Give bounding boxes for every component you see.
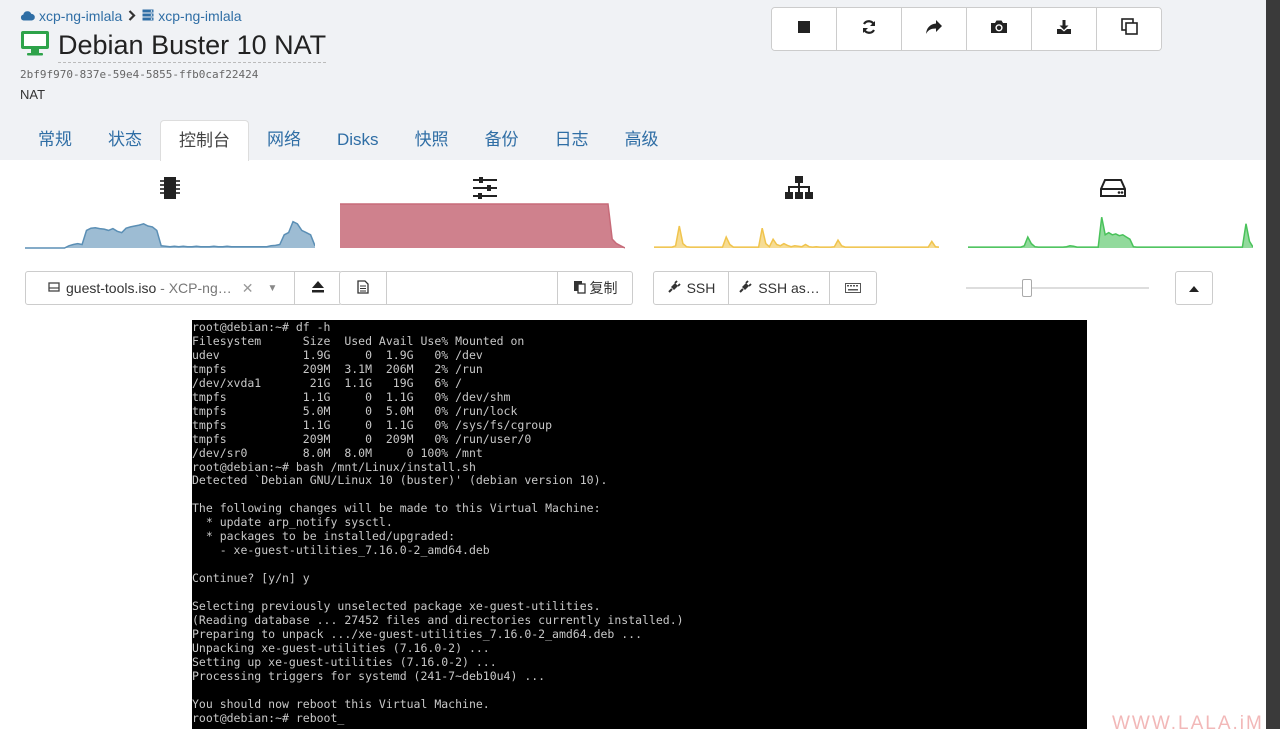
clipboard-toggle-button[interactable] [339,271,387,305]
console-output: root@debian:~# df -h Filesystem Size Use… [192,320,684,725]
chevron-right-icon [128,8,136,24]
plug-icon [738,279,752,297]
share-icon [925,19,943,40]
reboot-button[interactable] [837,8,902,50]
cloud-icon [20,8,35,24]
memory-sparkline [340,203,625,249]
vm-console[interactable]: root@debian:~# df -h Filesystem Size Use… [192,320,1087,729]
refresh-icon [861,19,877,40]
stop-icon [797,20,811,39]
vm-action-toolbar [771,7,1162,51]
keyboard-button[interactable] [830,271,877,305]
console-scale-slider[interactable] [966,287,1149,289]
tab-backup[interactable]: 备份 [467,120,537,160]
sitemap-icon [785,174,813,202]
download-icon [1056,19,1072,40]
breadcrumb: xcp-ng-imlala xcp-ng-imlala [20,8,242,24]
caret-up-icon [1189,279,1199,297]
disk-stats [968,170,1258,255]
iso-sr-name: - XCP-ng… [156,280,232,296]
hdd-icon [1099,174,1127,202]
plug-icon [667,279,681,297]
vm-uuid: 2bf9f970-837e-59e4-5855-ffb0caf22424 [20,68,259,81]
network-sparkline-line [654,225,939,248]
eject-icon [311,280,325,296]
copy-vm-button[interactable] [1097,8,1161,50]
file-text-icon [357,279,369,297]
disk-sparkline-area [968,217,1253,248]
memory-sparkline-area [340,204,625,248]
camera-icon [990,19,1008,39]
ssh-control-group: SSH SSH as… [653,271,877,305]
copy-label: 复制 [589,280,618,296]
breadcrumb-host-link[interactable]: xcp-ng-imlala [158,8,241,24]
paste-icon [573,280,586,297]
eject-button[interactable] [295,271,342,305]
cpu-stats [25,170,315,255]
copy-button[interactable]: 复制 [558,271,633,305]
memory-stats [340,170,630,255]
stop-button[interactable] [772,8,837,50]
console-scale-slider-thumb[interactable] [1022,279,1033,297]
clipboard-control-group: 复制 [339,271,633,305]
cpu-sparkline-line [25,220,315,249]
tab-stats[interactable]: 状态 [90,120,160,160]
iso-control-group: guest-tools.iso - XCP-ng… ✕ ▼ [25,271,342,305]
clipboard-input[interactable] [387,271,558,305]
times-icon[interactable]: ✕ [242,280,254,297]
vm-description[interactable]: NAT [20,87,45,102]
tab-disks[interactable]: Disks [319,120,397,160]
cpu-sparkline [25,220,315,249]
caret-down-icon[interactable]: ▼ [267,283,277,294]
vm-title-row: Debian Buster 10 NAT [20,28,327,63]
disc-icon [48,280,60,296]
network-sparkline [654,225,939,248]
ssh-button[interactable]: SSH [653,271,729,305]
export-button[interactable] [1032,8,1097,50]
disk-sparkline [968,217,1253,248]
tab-console[interactable]: 控制台 [160,120,249,161]
tab-logs[interactable]: 日志 [537,120,607,160]
breadcrumb-pool-link[interactable]: xcp-ng-imlala [39,8,122,24]
tab-network[interactable]: 网络 [249,120,319,160]
ssh-as-button[interactable]: SSH as… [729,271,830,305]
tab-advanced[interactable]: 高级 [607,120,677,160]
window-edge [1266,0,1280,729]
vm-name[interactable]: Debian Buster 10 NAT [58,28,327,63]
keyboard-icon [845,280,861,296]
snapshot-button[interactable] [967,8,1032,50]
ssh-as-label: SSH as… [758,280,820,296]
cpu-icon [156,174,184,202]
iso-select[interactable]: guest-tools.iso - XCP-ng… ✕ ▼ [25,271,295,305]
network-sparkline-area [654,226,939,248]
server-icon [142,8,154,24]
clone-icon [1120,18,1138,40]
iso-selected-value: guest-tools.iso [66,280,157,296]
ssh-label: SSH [686,280,716,296]
network-stats [654,170,944,255]
sliders-icon [471,174,499,202]
scroll-up-button[interactable] [1175,271,1213,305]
watermark: WWW.LALA.iM [1112,713,1264,734]
vm-tabs: 常规 状态 控制台 网络 Disks 快照 备份 日志 高级 [20,120,677,161]
tab-general[interactable]: 常规 [20,120,90,160]
desktop-icon [20,30,50,61]
tab-snapshots[interactable]: 快照 [397,120,467,160]
migrate-button[interactable] [902,8,967,50]
cpu-sparkline-area [25,221,315,248]
